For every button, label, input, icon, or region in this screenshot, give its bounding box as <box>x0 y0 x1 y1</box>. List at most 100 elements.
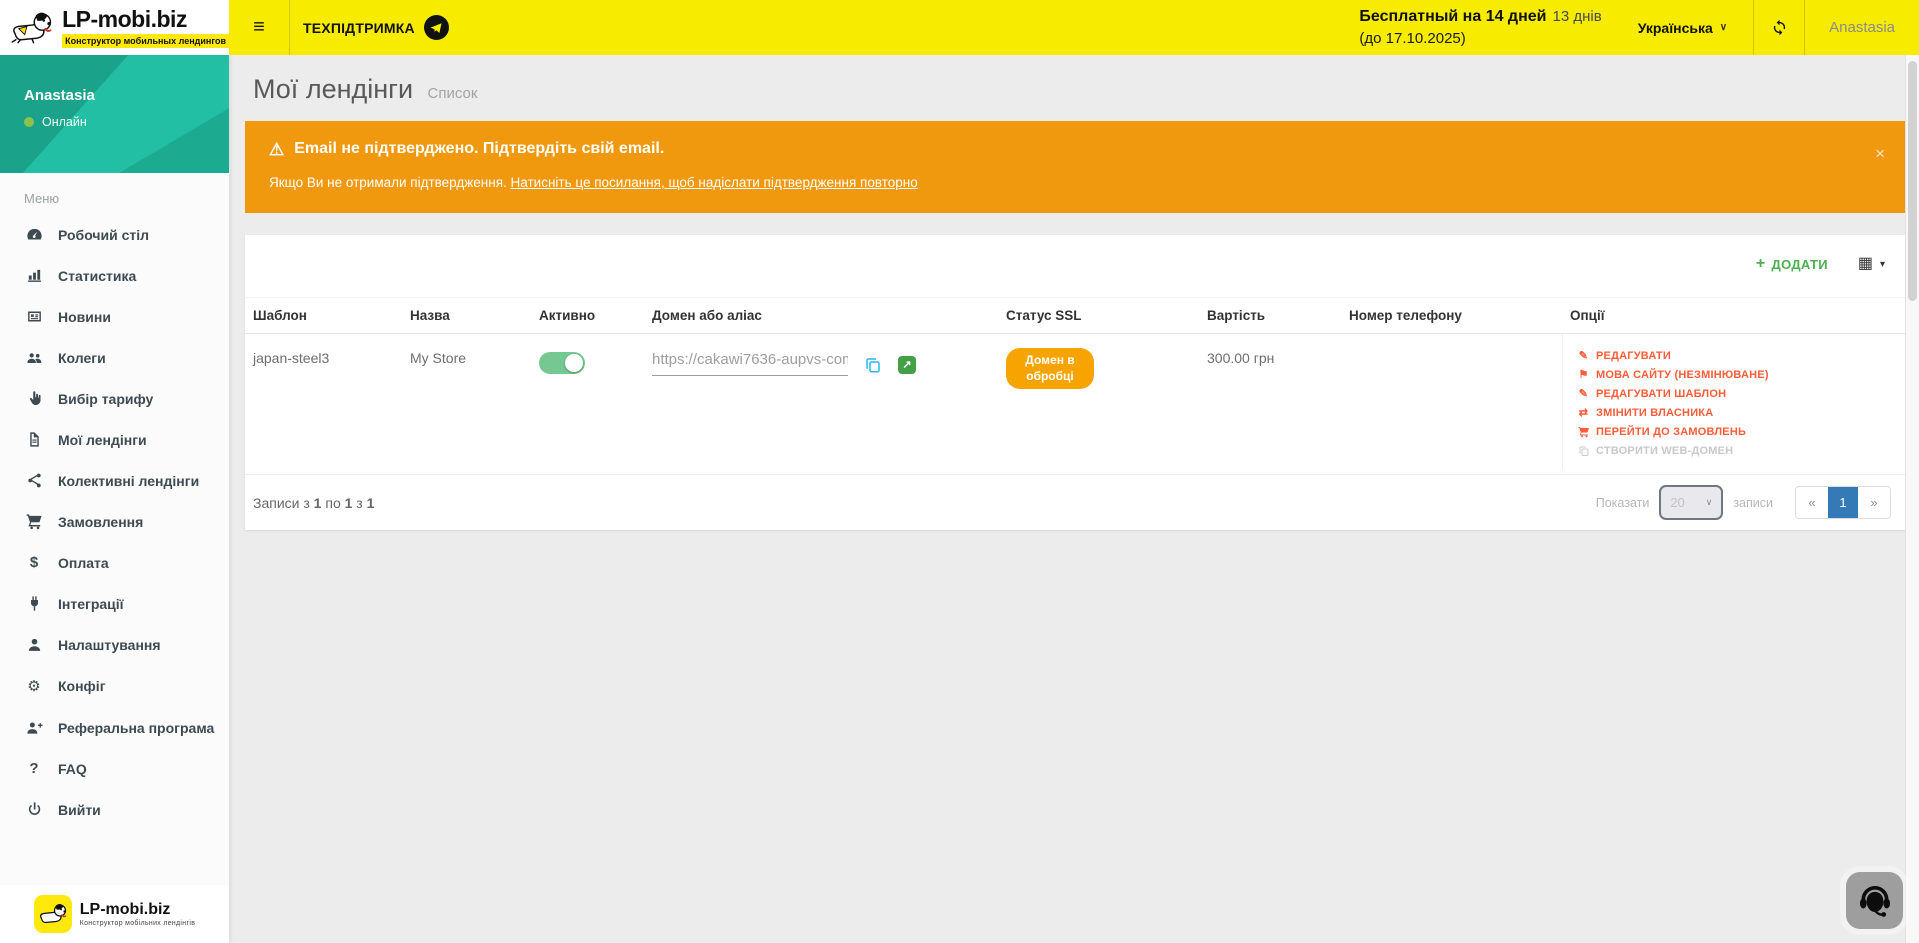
next-page-button[interactable]: » <box>1858 487 1890 518</box>
footer-brand-subtitle: Конструктор мобільних лендінгів <box>80 920 195 927</box>
brand-text: LP-mobi.biz Конструктор мобильных лендин… <box>62 8 229 48</box>
column-header-active: Активно <box>531 298 644 333</box>
sidebar-item-label: FAQ <box>58 761 87 777</box>
newspaper-icon <box>24 308 44 325</box>
transfer-icon: ⇄ <box>1577 406 1590 419</box>
column-header-options: Опції <box>1562 298 1905 333</box>
option-create-web-domain[interactable]: СТВОРИТИ WEB-ДОМЕН <box>1577 441 1897 460</box>
bar-chart-icon <box>24 267 44 284</box>
telegram-icon <box>424 15 449 40</box>
trial-info: Бесплатный на 14 дней13 днів (до 17.10.2… <box>1359 0 1601 55</box>
sidebar-item-colleagues[interactable]: Колеги <box>24 337 229 378</box>
page-size-value: 20 <box>1670 495 1684 510</box>
brand-logo[interactable]: LP-mobi.biz Конструктор мобильных лендин… <box>0 0 229 55</box>
sidebar-username: Anastasia <box>24 87 229 104</box>
option-edit-template[interactable]: ✎ РЕДАГУВАТИ ШАБЛОН <box>1577 384 1897 403</box>
user-icon <box>24 636 44 653</box>
edit-icon: ✎ <box>1577 387 1590 400</box>
sidebar-item-label: Оплата <box>58 555 109 571</box>
trial-line1: Бесплатный на 14 дней13 днів <box>1359 5 1601 28</box>
option-edit[interactable]: ✎ РЕДАГУВАТИ <box>1577 346 1897 365</box>
sidebar-item-integrations[interactable]: Інтеграції <box>24 583 229 624</box>
open-arrow-glyph: ↗ <box>902 360 911 371</box>
language-flag-icon: ⚑ <box>1577 368 1590 381</box>
summary-text: по <box>321 495 344 511</box>
sidebar-item-tariff[interactable]: Вибір тарифу <box>24 378 229 419</box>
external-link-icon[interactable]: ↗ <box>898 356 916 374</box>
sidebar-item-referral[interactable]: Реферальна програма <box>24 707 229 748</box>
sidebar-item-logout[interactable]: Вийти <box>24 789 229 830</box>
alert-body-text: Якщо Ви не отримали підтвердження. <box>269 175 511 190</box>
copy-icon[interactable] <box>864 356 882 377</box>
sidebar-item-label: Робочий стіл <box>58 227 149 243</box>
column-header-name: Назва <box>402 298 531 333</box>
option-site-language[interactable]: ⚑ МОВА САЙТУ (НЕЗМІНЮВАНЕ) <box>1577 365 1897 384</box>
headset-icon <box>1856 882 1894 920</box>
summary-text: Записи з <box>253 495 314 511</box>
cart-icon <box>24 513 44 530</box>
summary-number: 1 <box>367 495 375 511</box>
refresh-button[interactable] <box>1754 0 1804 55</box>
topbar-yellow: ≡ ТЕХПІДТРИМКА Бесплатный на 14 дней13 д… <box>229 0 1919 55</box>
sidebar-item-dashboard[interactable]: Робочий стіл <box>24 214 229 255</box>
add-label: ДОДАТИ <box>1772 257 1828 272</box>
sidebar-item-settings[interactable]: Налаштування <box>24 624 229 665</box>
column-header-ssl: Статус SSL <box>998 298 1199 333</box>
brand-subtitle: Конструктор мобильных лендингов <box>62 34 229 48</box>
trial-until: (до 17.10.2025) <box>1359 28 1601 50</box>
add-landing-button[interactable]: + ДОДАТИ <box>1756 256 1828 272</box>
sidebar-item-orders[interactable]: Замовлення <box>24 501 229 542</box>
sidebar-item-label: Конфіг <box>58 678 106 694</box>
language-selector[interactable]: Українська ∨ <box>1638 0 1727 55</box>
option-change-owner[interactable]: ⇄ ЗМІНИТИ ВЛАСНИКА <box>1577 403 1897 422</box>
active-toggle[interactable] <box>539 352 585 374</box>
main-content: Мої лендінги Список ⚠ Email не підтвердж… <box>229 55 1919 943</box>
close-icon[interactable]: × <box>1875 145 1885 162</box>
sidebar-item-collective-landings[interactable]: Колективні лендінги <box>24 460 229 501</box>
page-1-button[interactable]: 1 <box>1828 487 1858 518</box>
sidebar-item-faq[interactable]: ? FAQ <box>24 748 229 789</box>
chevron-down-icon: ∨ <box>1720 22 1727 33</box>
sidebar-user-status: Онлайн <box>24 115 229 129</box>
sidebar-item-news[interactable]: Новини <box>24 296 229 337</box>
question-icon: ? <box>24 760 44 777</box>
topbar-spacer <box>475 0 1360 55</box>
domain-input[interactable] <box>652 350 848 376</box>
support-button[interactable]: ТЕХПІДТРИМКА <box>290 0 475 55</box>
chevron-down-icon: ∨ <box>1706 497 1713 508</box>
sidebar-item-label: Інтеграції <box>58 596 124 612</box>
topbar-username[interactable]: Anastasia <box>1805 0 1919 55</box>
sidebar-item-label: Статистика <box>58 268 136 284</box>
plug-icon <box>24 595 44 612</box>
sidebar-item-label: Колеги <box>58 350 106 366</box>
columns-dropdown-button[interactable]: ▦ ▾ <box>1858 256 1885 272</box>
users-icon <box>24 349 44 366</box>
sidebar-item-my-landings[interactable]: Мої лендінги <box>24 419 229 460</box>
option-label: РЕДАГУВАТИ ШАБЛОН <box>1596 388 1726 400</box>
sidebar-item-config[interactable]: ⚙ Конфіг <box>24 665 229 707</box>
sidebar-item-payment[interactable]: $ Оплата <box>24 542 229 583</box>
page-title: Мої лендінги <box>253 74 413 104</box>
records-summary: Записи з 1 по 1 з 1 <box>253 495 374 511</box>
resend-confirmation-link[interactable]: Натисніть це посилання, щоб надіслати пі… <box>511 175 918 190</box>
sidebar-item-statistics[interactable]: Статистика <box>24 255 229 296</box>
option-go-to-orders[interactable]: ПЕРЕЙТИ ДО ЗАМОВЛЕНЬ <box>1577 422 1897 441</box>
scrollbar-thumb[interactable] <box>1908 61 1917 301</box>
cell-template: japan-steel3 <box>245 334 402 470</box>
option-label: МОВА САЙТУ (НЕЗМІНЮВАНЕ) <box>1596 369 1769 381</box>
option-label: СТВОРИТИ WEB-ДОМЕН <box>1596 445 1733 457</box>
sidebar-footer-brand[interactable]: LP-mobi.biz Конструктор мобільних лендін… <box>0 885 229 943</box>
vertical-scrollbar[interactable] <box>1905 55 1919 943</box>
prev-page-button[interactable]: « <box>1796 487 1828 518</box>
gears-icon: ⚙ <box>24 677 44 695</box>
sidebar: Anastasia Онлайн Меню Робочий стіл Стати… <box>0 55 229 943</box>
sidebar-item-label: Налаштування <box>58 637 161 653</box>
topbar: LP-mobi.biz Конструктор мобильных лендин… <box>0 0 1919 55</box>
menu-toggle-button[interactable]: ≡ <box>229 0 290 55</box>
cart-icon <box>1577 426 1590 438</box>
sidebar-item-label: Вибір тарифу <box>58 391 153 407</box>
page-size-select[interactable]: 20 ∨ <box>1659 485 1723 520</box>
page-subtitle: Список <box>428 85 478 102</box>
dog-mascot-icon <box>10 8 54 48</box>
chat-widget-button[interactable] <box>1846 872 1903 929</box>
